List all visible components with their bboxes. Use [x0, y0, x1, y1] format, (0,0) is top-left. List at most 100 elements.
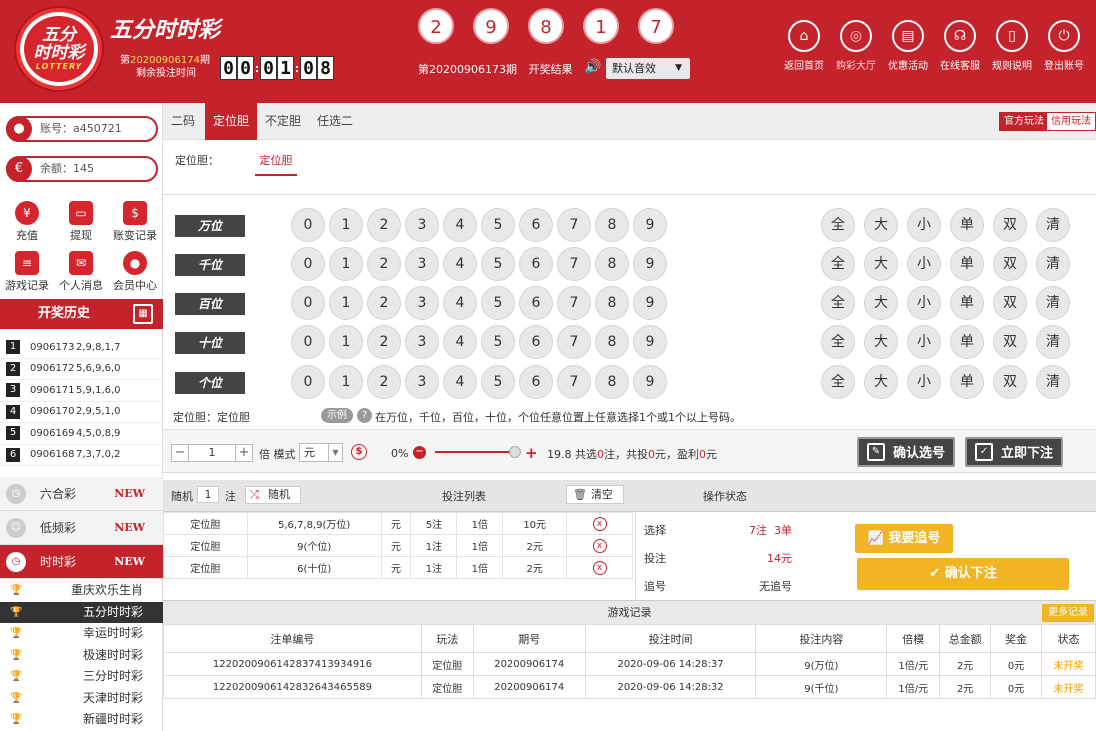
digit-ball[interactable]: 6: [519, 325, 553, 359]
dollar-icon[interactable]: $: [351, 444, 367, 460]
quick-select-button[interactable]: 清: [1036, 286, 1070, 320]
messages-button[interactable]: ✉ 个人消息: [54, 249, 108, 299]
confirm-bet-button[interactable]: ✔ 确认下注: [857, 558, 1069, 590]
game-item[interactable]: 🏆 三分时时彩: [0, 666, 163, 688]
digit-ball[interactable]: 4: [443, 325, 477, 359]
game-item[interactable]: 🏆 新疆时时彩: [0, 709, 163, 731]
digit-ball[interactable]: 5: [481, 286, 515, 320]
unit-select[interactable]: 元 ▼: [299, 443, 343, 462]
chase-button[interactable]: 📈 我要追号: [855, 524, 953, 553]
digit-ball[interactable]: 2: [367, 325, 401, 359]
digit-ball[interactable]: 9: [633, 247, 667, 281]
bet-now-button[interactable]: ✓ 立即下注: [965, 437, 1063, 467]
digit-ball[interactable]: 5: [481, 208, 515, 242]
digit-ball[interactable]: 9: [633, 325, 667, 359]
sound-select[interactable]: 默认音效 ▼: [606, 58, 690, 79]
remove-icon[interactable]: x: [592, 538, 607, 553]
digit-ball[interactable]: 7: [557, 208, 591, 242]
slider-handle[interactable]: [509, 446, 521, 458]
help-icon[interactable]: ?: [357, 408, 372, 423]
digit-ball[interactable]: 9: [633, 365, 667, 399]
increment-button[interactable]: +: [235, 444, 253, 462]
quick-select-button[interactable]: 双: [993, 247, 1027, 281]
quick-select-button[interactable]: 单: [950, 286, 984, 320]
rebate-minus-button[interactable]: −: [413, 446, 426, 459]
nav-home[interactable]: ⌂ 返回首页: [778, 20, 830, 72]
quick-select-button[interactable]: 大: [864, 325, 898, 359]
quick-select-button[interactable]: 清: [1036, 365, 1070, 399]
tab-non-position[interactable]: 不定胆: [257, 103, 309, 140]
mode-official-button[interactable]: 官方玩法: [999, 112, 1049, 131]
digit-ball[interactable]: 0: [291, 247, 325, 281]
digit-ball[interactable]: 2: [367, 247, 401, 281]
digit-ball[interactable]: 6: [519, 208, 553, 242]
digit-ball[interactable]: 5: [481, 247, 515, 281]
digit-ball[interactable]: 4: [443, 208, 477, 242]
logo[interactable]: 五分 时时彩 LOTTERY: [16, 8, 102, 90]
digit-ball[interactable]: 9: [633, 286, 667, 320]
quick-select-button[interactable]: 单: [950, 247, 984, 281]
digit-ball[interactable]: 8: [595, 208, 629, 242]
withdraw-button[interactable]: ▭ 提现: [54, 199, 108, 249]
digit-ball[interactable]: 9: [633, 208, 667, 242]
digit-ball[interactable]: 0: [291, 286, 325, 320]
category-marksix[interactable]: ◷ 六合彩 NEW: [0, 477, 163, 511]
quick-select-button[interactable]: 全: [821, 247, 855, 281]
random-count-input[interactable]: 1: [197, 486, 219, 503]
quick-select-button[interactable]: 大: [864, 208, 898, 242]
digit-ball[interactable]: 1: [329, 208, 363, 242]
game-item[interactable]: 🏆 天津时时彩: [0, 688, 163, 710]
tab-position[interactable]: 定位胆: [205, 103, 258, 140]
game-item[interactable]: 🏆 极速时时彩: [0, 645, 163, 667]
quick-select-button[interactable]: 单: [950, 208, 984, 242]
digit-ball[interactable]: 3: [405, 325, 439, 359]
quick-select-button[interactable]: 全: [821, 365, 855, 399]
sub-play-tab[interactable]: 定位胆: [255, 152, 297, 176]
quick-select-button[interactable]: 清: [1036, 325, 1070, 359]
rebate-plus-button[interactable]: +: [525, 444, 538, 462]
quick-select-button[interactable]: 全: [821, 208, 855, 242]
digit-ball[interactable]: 5: [481, 325, 515, 359]
quick-select-button[interactable]: 大: [864, 286, 898, 320]
digit-ball[interactable]: 6: [519, 286, 553, 320]
quick-select-button[interactable]: 清: [1036, 208, 1070, 242]
quick-select-button[interactable]: 单: [950, 365, 984, 399]
digit-ball[interactable]: 8: [595, 286, 629, 320]
remove-icon[interactable]: x: [592, 560, 607, 575]
game-item[interactable]: 🏆 重庆欢乐生肖: [0, 580, 163, 602]
account-changes-button[interactable]: $ 账变记录: [108, 199, 162, 249]
quick-select-button[interactable]: 双: [993, 208, 1027, 242]
game-records-button[interactable]: ≡ 游戏记录: [0, 249, 54, 299]
digit-ball[interactable]: 2: [367, 365, 401, 399]
member-center-button[interactable]: ● 会员中心: [108, 249, 162, 299]
confirm-select-button[interactable]: ✎ 确认选号: [857, 437, 955, 467]
digit-ball[interactable]: 1: [329, 286, 363, 320]
quick-select-button[interactable]: 双: [993, 325, 1027, 359]
nav-logout[interactable]: ⏻ 登出账号: [1038, 20, 1090, 72]
remove-icon[interactable]: x: [592, 516, 607, 531]
example-button[interactable]: 示例: [321, 408, 353, 423]
digit-ball[interactable]: 5: [481, 365, 515, 399]
digit-ball[interactable]: 3: [405, 208, 439, 242]
mode-credit-button[interactable]: 信用玩法: [1046, 112, 1096, 131]
game-item[interactable]: 🏆 五分时时彩: [0, 601, 163, 623]
digit-ball[interactable]: 6: [519, 365, 553, 399]
quick-select-button[interactable]: 全: [821, 325, 855, 359]
quick-select-button[interactable]: 双: [993, 365, 1027, 399]
digit-ball[interactable]: 3: [405, 286, 439, 320]
decrement-button[interactable]: −: [171, 444, 189, 462]
nav-rules[interactable]: ▯ 规则说明: [986, 20, 1038, 72]
tab-any-two[interactable]: 任选二: [309, 103, 361, 140]
nav-promotions[interactable]: ▤ 优惠活动: [882, 20, 934, 72]
tab-two-code[interactable]: 二码: [163, 103, 203, 140]
quick-select-button[interactable]: 清: [1036, 247, 1070, 281]
nav-support[interactable]: ☊ 在线客服: [934, 20, 986, 72]
quick-select-button[interactable]: 小: [907, 325, 941, 359]
digit-ball[interactable]: 0: [291, 208, 325, 242]
digit-ball[interactable]: 8: [595, 247, 629, 281]
quick-select-button[interactable]: 小: [907, 365, 941, 399]
digit-ball[interactable]: 2: [367, 208, 401, 242]
quick-select-button[interactable]: 全: [821, 286, 855, 320]
multiple-input[interactable]: 1: [189, 444, 235, 462]
record-row[interactable]: 1220200906142837413934916 定位胆 20200906174 2…: [163, 652, 1096, 676]
